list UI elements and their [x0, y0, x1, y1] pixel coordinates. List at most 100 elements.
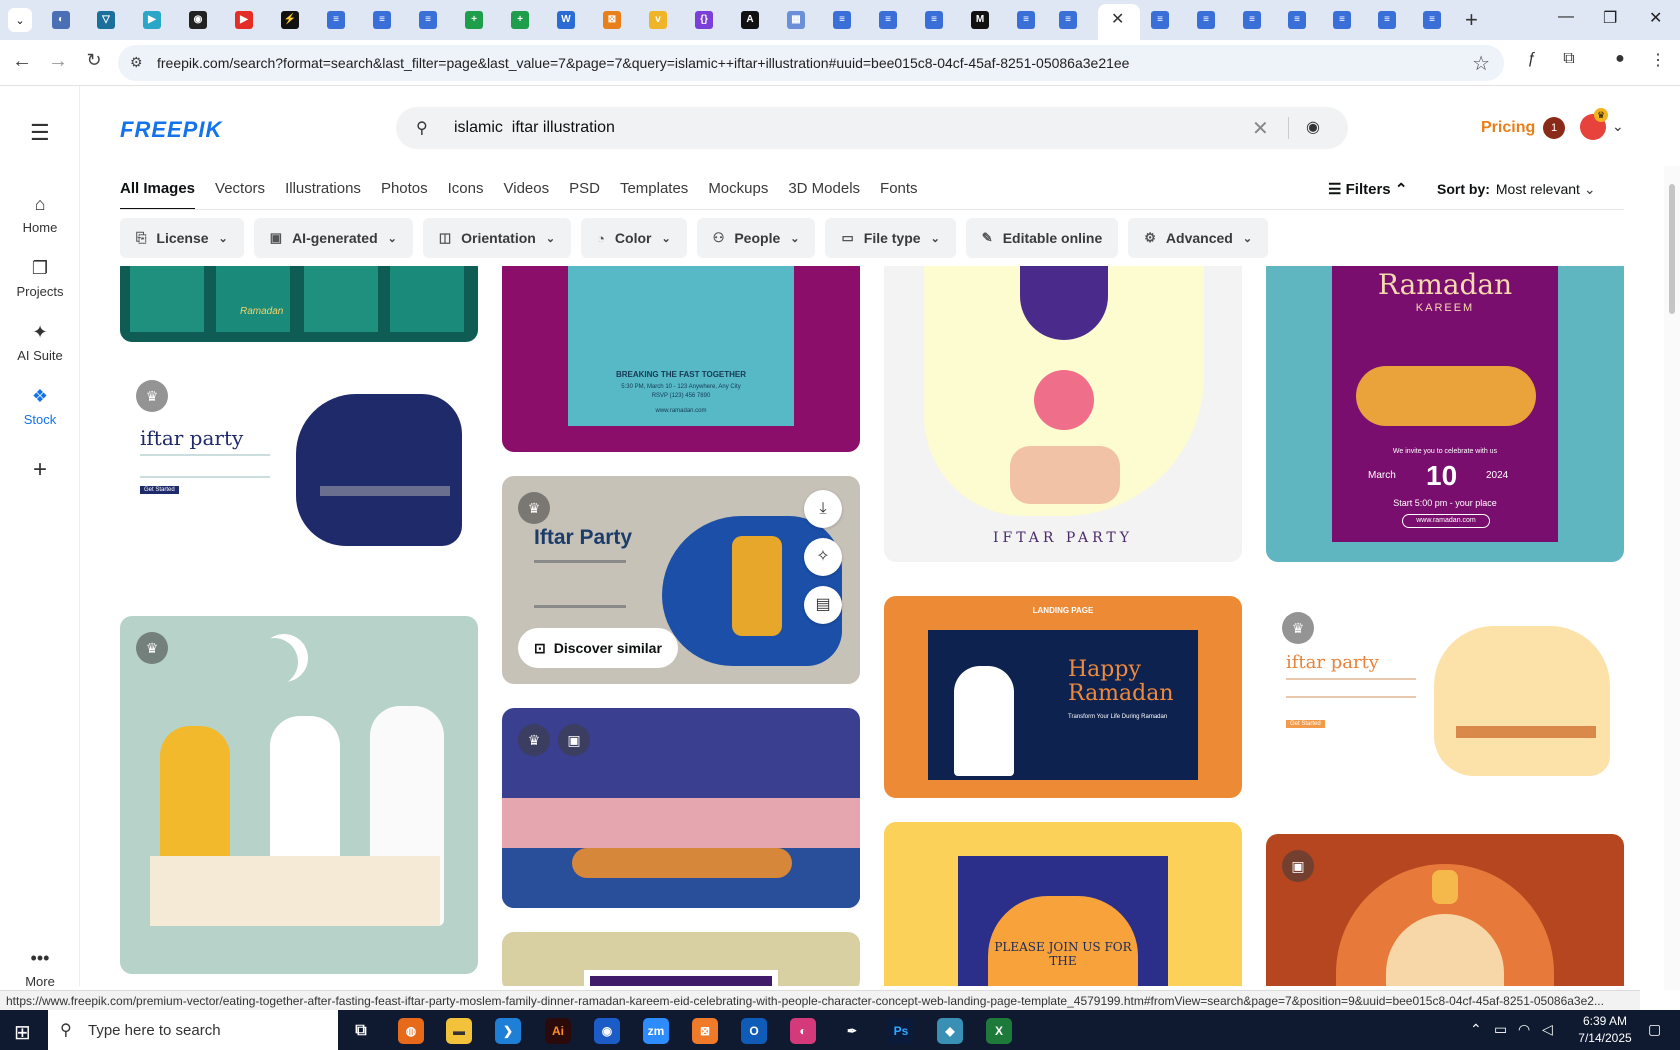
- wifi-icon[interactable]: ◠: [1518, 1021, 1530, 1038]
- search-bar[interactable]: ⚲ islamic iftar illustration ✕ ◉: [396, 107, 1348, 149]
- network-icon[interactable]: ▭: [1494, 1021, 1507, 1038]
- tab-favicon[interactable]: ≡: [1423, 11, 1441, 29]
- tab-favicon[interactable]: ≡: [1059, 11, 1077, 29]
- tab-favicon[interactable]: ▦: [787, 11, 805, 29]
- chevron-down-icon[interactable]: ⌄: [1612, 118, 1624, 135]
- tab-all-images[interactable]: All Images: [120, 166, 196, 210]
- result-card[interactable]: ♛ iftar party Get Started: [1266, 596, 1624, 782]
- extension-icon[interactable]: ƒ: [1520, 50, 1544, 74]
- discover-similar-button[interactable]: ⊡ Discover similar: [518, 628, 678, 668]
- tab-favicon[interactable]: ≡: [833, 11, 851, 29]
- sidebar-item-more[interactable]: ••• More: [0, 948, 80, 989]
- tab-favicon[interactable]: +: [465, 11, 483, 29]
- close-tab-icon[interactable]: ✕: [1111, 9, 1124, 29]
- tab-favicon[interactable]: ≡: [1288, 11, 1306, 29]
- result-card[interactable]: BREAKING THE FAST TOGETHER 5:30 PM, Marc…: [502, 266, 860, 452]
- notification-badge[interactable]: 1: [1543, 117, 1565, 139]
- excel-icon[interactable]: X: [986, 1018, 1012, 1044]
- result-card[interactable]: Ramadan KAREEM We invite you to celebrat…: [1266, 266, 1624, 562]
- tab-psd[interactable]: PSD: [569, 166, 600, 210]
- tab-favicon[interactable]: ≡: [419, 11, 437, 29]
- edit-ai-icon[interactable]: ✧: [804, 538, 842, 576]
- tab-favicon[interactable]: ≡: [1378, 11, 1396, 29]
- tab-favicon[interactable]: ⊠: [603, 11, 621, 29]
- url-text[interactable]: freepik.com/search?format=search&last_fi…: [157, 55, 1129, 71]
- tab-3d-models[interactable]: 3D Models: [788, 166, 860, 210]
- tab-illustrations[interactable]: Illustrations: [285, 166, 361, 210]
- chrome-icon[interactable]: ◉: [594, 1018, 620, 1044]
- tab-favicon[interactable]: ≡: [879, 11, 897, 29]
- tab-favicon[interactable]: ▶: [235, 11, 253, 29]
- reload-icon[interactable]: ↻: [81, 50, 107, 71]
- tab-favicon[interactable]: ≡: [1017, 11, 1035, 29]
- tab-favicon[interactable]: M: [971, 11, 989, 29]
- bookmark-star-icon[interactable]: ☆: [1472, 51, 1490, 76]
- tab-favicon[interactable]: ▶: [143, 11, 161, 29]
- result-card[interactable]: IFTAR PARTY: [884, 266, 1242, 562]
- illustrator-icon[interactable]: Ai: [545, 1018, 571, 1044]
- result-card[interactable]: ♛ iftar party Get Started: [120, 366, 478, 566]
- sidebar-add-button[interactable]: +: [0, 456, 80, 489]
- omnibox[interactable]: ⚙ freepik.com/search?format=search&last_…: [118, 45, 1504, 81]
- tab-templates[interactable]: Templates: [620, 166, 688, 210]
- sidebar-item-home[interactable]: ⌂ Home: [0, 194, 80, 235]
- back-icon[interactable]: ←: [9, 50, 35, 73]
- tray-chevron-icon[interactable]: ⌃: [1470, 1021, 1482, 1038]
- firefox-icon[interactable]: ◍: [398, 1018, 424, 1044]
- notification-center-icon[interactable]: ▢: [1648, 1021, 1661, 1038]
- outlook-icon[interactable]: O: [741, 1018, 767, 1044]
- tab-favicon[interactable]: ≡: [327, 11, 345, 29]
- tab-favicon[interactable]: {}: [695, 11, 713, 29]
- tab-favicon[interactable]: ≡: [925, 11, 943, 29]
- volume-icon[interactable]: ◁: [1542, 1021, 1553, 1038]
- result-card[interactable]: ♛ ▣: [502, 708, 860, 908]
- app-icon[interactable]: ◆: [937, 1018, 963, 1044]
- minimize-icon[interactable]: —: [1558, 8, 1574, 26]
- tab-favicon[interactable]: ◐: [52, 11, 70, 29]
- app-icon[interactable]: ⊠: [692, 1018, 718, 1044]
- tab-fonts[interactable]: Fonts: [880, 166, 918, 210]
- result-card[interactable]: Ramadan: [120, 266, 478, 342]
- hamburger-menu-icon[interactable]: ☰: [30, 120, 50, 146]
- zoom-icon[interactable]: zm: [643, 1018, 669, 1044]
- taskbar-clock[interactable]: 6:39 AM 7/14/2025: [1570, 1013, 1640, 1047]
- pricing-link[interactable]: Pricing: [1481, 119, 1535, 137]
- tab-favicon[interactable]: ≡: [1243, 11, 1261, 29]
- search-input[interactable]: islamic iftar illustration: [454, 119, 615, 137]
- filter-license[interactable]: ⎘ License ⌄: [120, 218, 244, 258]
- new-tab-icon[interactable]: +: [1465, 7, 1478, 33]
- tab-favicon[interactable]: ≡: [1197, 11, 1215, 29]
- filter-color[interactable]: ◔ Color ⌄: [581, 218, 687, 258]
- tab-icons[interactable]: Icons: [448, 166, 484, 210]
- scrollbar-thumb[interactable]: [1669, 184, 1675, 314]
- photoshop-icon[interactable]: Ps: [888, 1018, 914, 1044]
- page-scrollbar[interactable]: [1664, 166, 1680, 990]
- tab-videos[interactable]: Videos: [504, 166, 550, 210]
- tab-favicon[interactable]: ▽: [97, 11, 115, 29]
- close-window-icon[interactable]: ✕: [1649, 8, 1662, 28]
- tab-vectors[interactable]: Vectors: [215, 166, 265, 210]
- tab-favicon[interactable]: W: [557, 11, 575, 29]
- clear-search-icon[interactable]: ✕: [1252, 116, 1269, 141]
- filter-editable-online[interactable]: ✎ Editable online: [965, 218, 1119, 258]
- tab-favicon[interactable]: ≡: [1333, 11, 1351, 29]
- sidebar-item-ai-suite[interactable]: ✦ AI Suite: [0, 322, 80, 363]
- filter-people[interactable]: ⚇ People ⌄: [696, 218, 816, 258]
- tab-photos[interactable]: Photos: [381, 166, 428, 210]
- taskbar-search[interactable]: ⚲ Type here to search: [48, 1010, 338, 1050]
- sidebar-item-projects[interactable]: ❐ Projects: [0, 258, 80, 299]
- tab-favicon[interactable]: ⚡: [281, 11, 299, 29]
- filter-advanced[interactable]: ⚙ Advanced ⌄: [1128, 218, 1269, 258]
- app-icon[interactable]: ◐: [790, 1018, 816, 1044]
- freepik-logo[interactable]: FREEPIK: [120, 117, 222, 143]
- result-card[interactable]: ♛: [120, 616, 478, 974]
- tab-favicon[interactable]: ≡: [373, 11, 391, 29]
- download-icon[interactable]: ⤓: [804, 490, 842, 528]
- site-info-icon[interactable]: ⚙: [130, 54, 143, 71]
- sidebar-item-stock[interactable]: ❖ Stock: [0, 386, 80, 427]
- extensions-puzzle-icon[interactable]: ⧉: [1557, 50, 1581, 74]
- result-card[interactable]: LANDING PAGE Happy Ramadan Transform You…: [884, 596, 1242, 798]
- tab-favicon[interactable]: +: [511, 11, 529, 29]
- tab-mockups[interactable]: Mockups: [708, 166, 768, 210]
- file-explorer-icon[interactable]: ▬: [446, 1018, 472, 1044]
